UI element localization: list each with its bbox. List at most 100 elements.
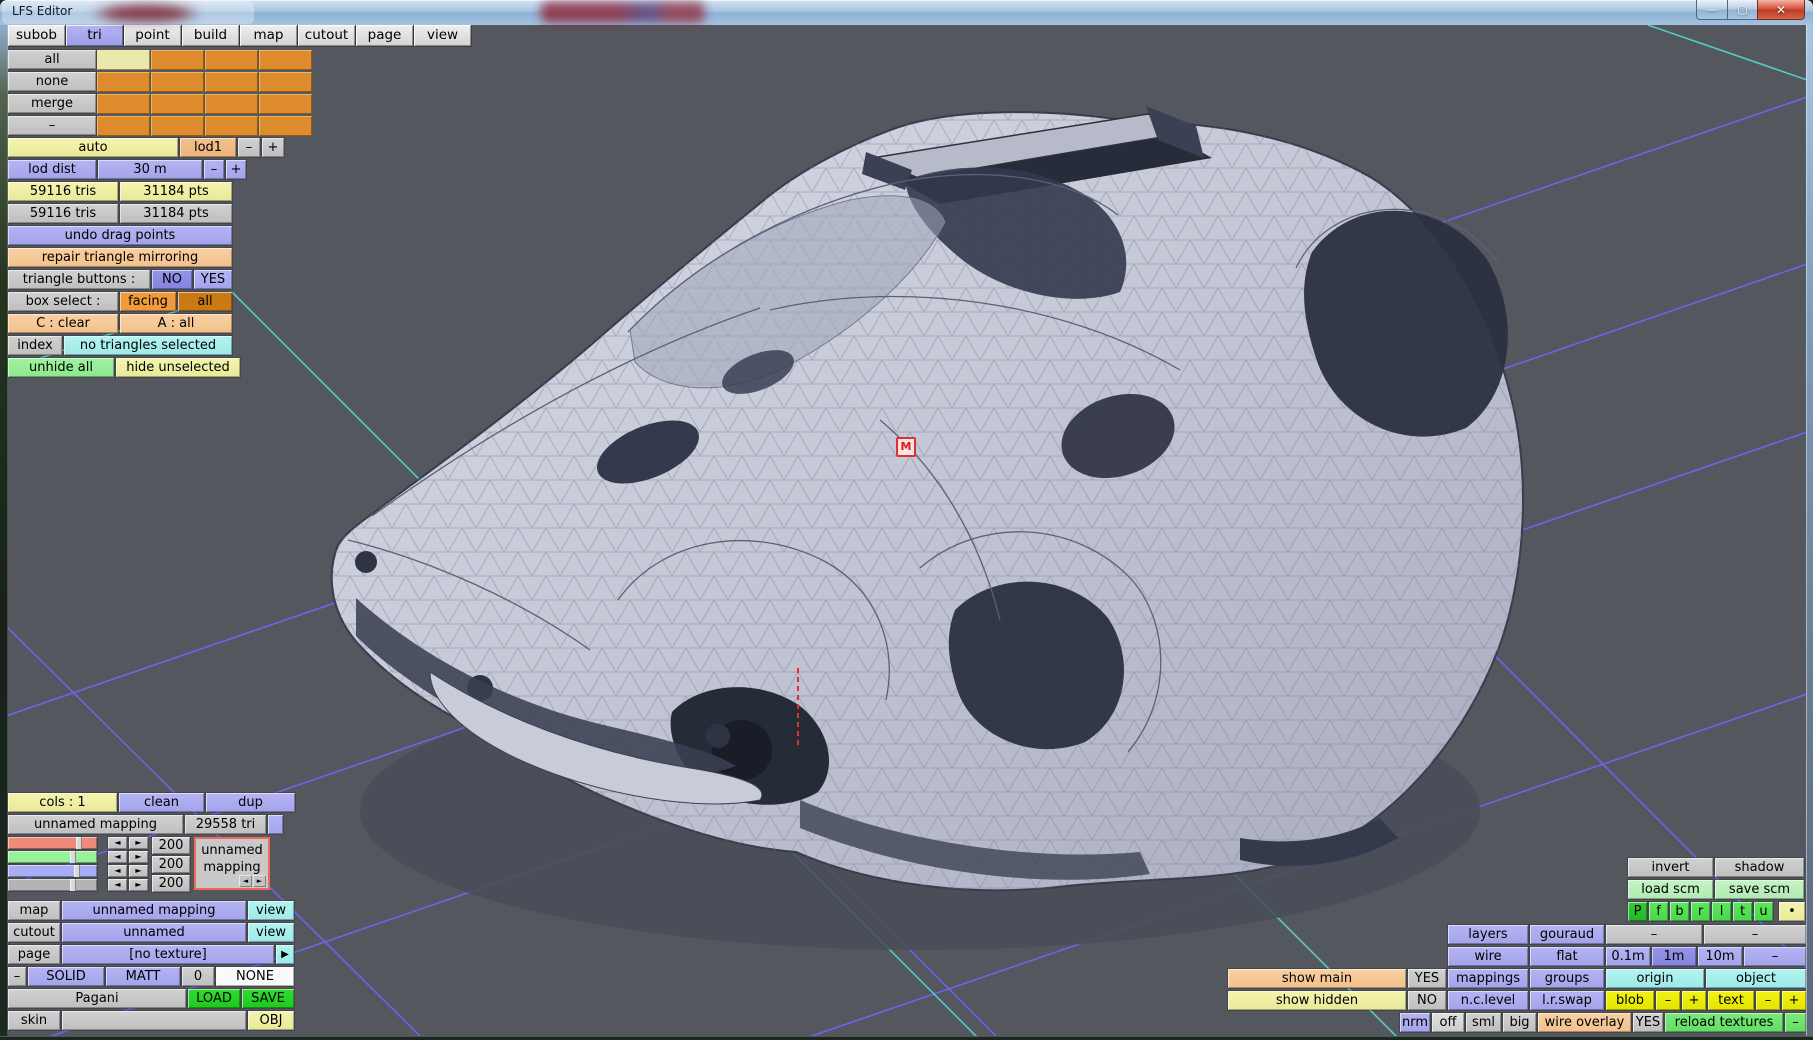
tab-tri[interactable]: tri — [66, 25, 123, 46]
triangle-buttons-no[interactable]: NO — [152, 270, 192, 289]
subob-cell[interactable] — [97, 50, 150, 70]
map-label[interactable]: map — [8, 901, 60, 920]
reload-minus-button[interactable]: – — [1785, 1013, 1806, 1032]
subob-cell[interactable] — [151, 94, 204, 114]
subob-cell[interactable] — [151, 50, 204, 70]
axis-t-button[interactable]: t — [1733, 902, 1752, 921]
close-button[interactable]: ✕ — [1757, 0, 1805, 20]
matt-button[interactable]: MATT — [106, 967, 180, 986]
subob-cell[interactable] — [259, 50, 312, 70]
tab-point[interactable]: point — [124, 25, 181, 46]
blob-minus-button[interactable]: – — [1656, 991, 1680, 1010]
save-scm-button[interactable]: save scm — [1715, 880, 1804, 899]
subob-cell[interactable] — [205, 72, 258, 92]
grid-dash-button[interactable]: – — [1744, 947, 1806, 966]
origin-button[interactable]: origin — [1606, 969, 1704, 988]
text-minus-button[interactable]: – — [1756, 991, 1780, 1010]
save-button[interactable]: SAVE — [242, 989, 294, 1008]
red-value[interactable]: 200 — [152, 837, 190, 854]
select-all-shortcut-button[interactable]: A : all — [120, 314, 232, 333]
maximize-button[interactable]: ▢ — [1728, 0, 1757, 20]
mapping-name-button[interactable]: unnamed mapping — [8, 815, 183, 834]
lr-swap-button[interactable]: l.r.swap — [1530, 991, 1604, 1010]
blue-left-arrow[interactable]: ◄ — [108, 865, 127, 877]
triangle-buttons-yes[interactable]: YES — [194, 270, 232, 289]
layers-button[interactable]: layers — [1448, 925, 1528, 944]
lod1-button[interactable]: lod1 — [180, 138, 236, 157]
undo-drag-points-button[interactable]: undo drag points — [8, 226, 232, 245]
blue-value[interactable]: 200 — [152, 875, 190, 892]
map-value[interactable]: unnamed mapping — [62, 901, 246, 920]
lod-auto-button[interactable]: auto — [8, 138, 178, 157]
axis-b-button[interactable]: b — [1670, 902, 1689, 921]
tab-cutout[interactable]: cutout — [298, 25, 355, 46]
subob-cell[interactable] — [151, 116, 204, 136]
nrm-sml-button[interactable]: sml — [1466, 1013, 1501, 1032]
tab-subob[interactable]: subob — [8, 25, 65, 46]
red-left-arrow[interactable]: ◄ — [108, 837, 127, 849]
current-mapping-box[interactable]: unnamed mapping ◄ ► — [194, 837, 270, 890]
mapping-strip[interactable] — [268, 815, 283, 834]
cutout-view-button[interactable]: view — [248, 923, 294, 942]
lod-dist-value[interactable]: 30 m — [98, 160, 202, 179]
wire-button[interactable]: wire — [1448, 947, 1528, 966]
axis-l-button[interactable]: l — [1712, 902, 1731, 921]
show-main-toggle[interactable]: YES — [1408, 969, 1446, 988]
object-button[interactable]: object — [1706, 969, 1806, 988]
result-slider[interactable] — [8, 879, 97, 891]
mapping-prev-arrow[interactable]: ◄ — [239, 875, 252, 887]
tab-view[interactable]: view — [414, 25, 471, 46]
shadow-button[interactable]: shadow — [1715, 858, 1804, 877]
select-all-button[interactable]: all — [8, 50, 96, 69]
select-none-button[interactable]: none — [8, 72, 96, 91]
subob-cell[interactable] — [205, 116, 258, 136]
subob-cell[interactable] — [205, 94, 258, 114]
cutout-label[interactable]: cutout — [8, 923, 60, 942]
axis-p-button[interactable]: P — [1628, 902, 1647, 921]
flat-button[interactable]: flat — [1530, 947, 1604, 966]
grid-10m-button[interactable]: 10m — [1698, 947, 1742, 966]
page-value[interactable]: [no texture] — [62, 945, 274, 964]
clear-selection-button[interactable]: C : clear — [8, 314, 118, 333]
mirror-marker[interactable]: M — [896, 437, 916, 457]
blue-slider[interactable] — [8, 865, 97, 877]
text-button[interactable]: text — [1708, 991, 1754, 1010]
blob-plus-button[interactable]: + — [1682, 991, 1706, 1010]
skin-label[interactable]: skin — [8, 1011, 60, 1030]
nrm-big-button[interactable]: big — [1503, 1013, 1536, 1032]
lod-minus-button[interactable]: – — [238, 138, 260, 157]
index-button[interactable]: index — [8, 336, 62, 355]
subob-cell[interactable] — [97, 72, 150, 92]
material-none-button[interactable]: NONE — [216, 967, 294, 986]
repair-mirroring-button[interactable]: repair triangle mirroring — [8, 248, 232, 267]
axis-r-button[interactable]: r — [1691, 902, 1710, 921]
reload-textures-button[interactable]: reload textures — [1665, 1013, 1783, 1032]
solid-button[interactable]: SOLID — [28, 967, 104, 986]
red-slider[interactable] — [8, 837, 97, 849]
subob-cell[interactable] — [259, 72, 312, 92]
minimize-button[interactable]: — — [1696, 0, 1728, 20]
blob-button[interactable]: blob — [1606, 991, 1654, 1010]
lod-dist-plus-button[interactable]: + — [226, 160, 246, 179]
mapping-next-arrow[interactable]: ► — [253, 875, 266, 887]
nrm-off-button[interactable]: off — [1432, 1013, 1464, 1032]
map-view-button[interactable]: view — [248, 901, 294, 920]
grid-0-1m-button[interactable]: 0.1m — [1606, 947, 1650, 966]
load-button[interactable]: LOAD — [188, 989, 240, 1008]
subob-dash-button[interactable]: – — [8, 116, 96, 135]
tab-map[interactable]: map — [240, 25, 297, 46]
tab-page[interactable]: page — [356, 25, 413, 46]
page-next-arrow[interactable]: ▶ — [276, 945, 294, 964]
box-select-facing[interactable]: facing — [120, 292, 176, 311]
result-left-arrow[interactable]: ◄ — [108, 879, 127, 891]
tab-build[interactable]: build — [182, 25, 239, 46]
titlebar[interactable]: LFS Editor — [0, 0, 1813, 25]
gouraud-button[interactable]: gouraud — [1530, 925, 1604, 944]
invert-button[interactable]: invert — [1628, 858, 1713, 877]
layers-dash2-button[interactable]: – — [1704, 925, 1806, 944]
groups-button[interactable]: groups — [1530, 969, 1604, 988]
result-right-arrow[interactable]: ► — [129, 879, 148, 891]
lod-plus-button[interactable]: + — [262, 138, 284, 157]
axis-f-button[interactable]: f — [1649, 902, 1668, 921]
nc-level-button[interactable]: n.c.level — [1448, 991, 1528, 1010]
